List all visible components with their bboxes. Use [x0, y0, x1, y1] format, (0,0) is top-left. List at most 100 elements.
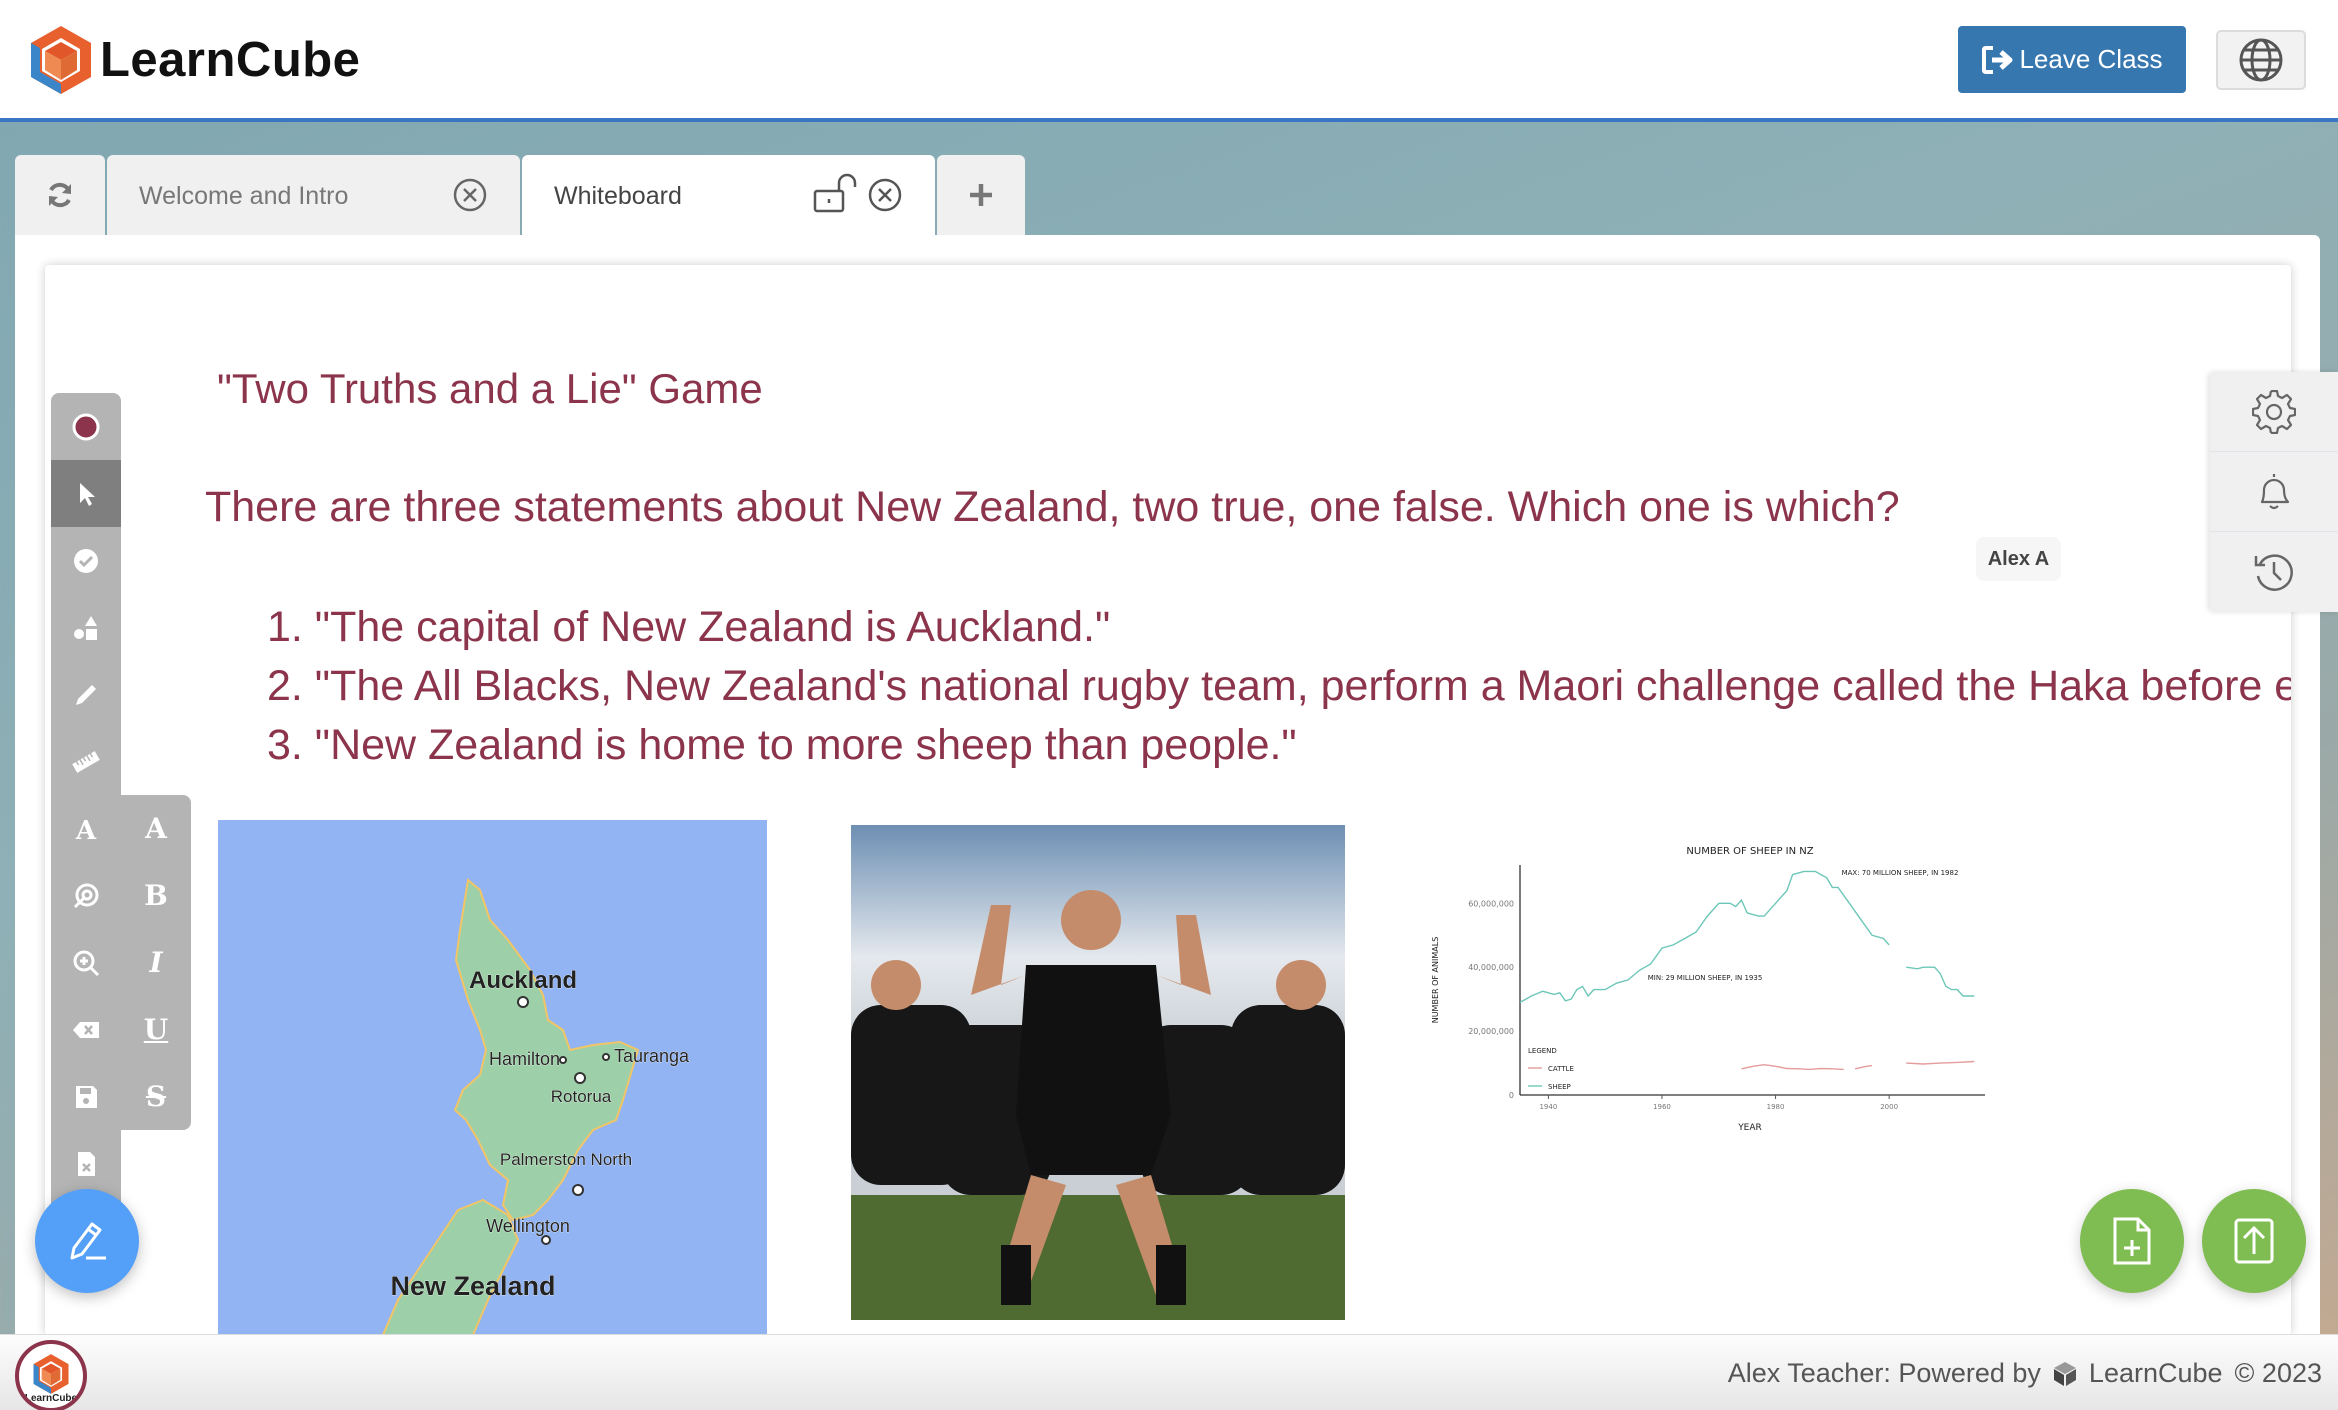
new-zealand-map-image[interactable]: Auckland Hamilton Tauranga Rotorua Palme…: [218, 820, 767, 1335]
upload-icon: [2234, 1218, 2274, 1264]
chart-title: NUMBER OF SHEEP IN NZ: [1686, 846, 1813, 857]
backspace-eraser-icon: [73, 1021, 99, 1038]
svg-text:A: A: [75, 816, 97, 844]
unlock-icon[interactable]: [812, 173, 858, 215]
chart-x-tick-label: 1960: [1653, 1103, 1671, 1111]
eraser-button[interactable]: [51, 996, 121, 1063]
whiteboard-title: "Two Truths and a Lie" Game: [217, 365, 763, 412]
chart-y-tick-label: 60,000,000: [1468, 899, 1514, 908]
whiteboard-question: There are three statements about New Zea…: [205, 483, 1900, 531]
app-name: LearnCube: [100, 33, 361, 87]
right-side-panel: [2210, 372, 2338, 612]
ruler-icon: [72, 750, 100, 773]
footer-credit-text: Alex Teacher: Powered by: [1727, 1358, 2041, 1388]
select-tool-button[interactable]: [51, 460, 121, 527]
chart-annotation-min: MIN: 29 MILLION SHEEP, IN 1935: [1648, 974, 1763, 982]
font-size-button[interactable]: A: [121, 795, 191, 862]
save-button[interactable]: [51, 1063, 121, 1130]
chart-y-label: NUMBER OF ANIMALS: [1431, 937, 1440, 1024]
zoom-in-button[interactable]: [51, 929, 121, 996]
check-tool-button[interactable]: [51, 527, 121, 594]
cube-logo-icon: [31, 26, 91, 94]
chart-x-label: YEAR: [1737, 1123, 1762, 1133]
italic-button[interactable]: I: [121, 929, 191, 996]
tab-welcome-and-intro[interactable]: Welcome and Intro: [107, 155, 520, 235]
settings-button[interactable]: [2210, 372, 2338, 452]
globe-icon: [2239, 38, 2283, 82]
chart-legend-label: SHEEP: [1548, 1083, 1571, 1091]
chart-y-tick-label: 20,000,000: [1468, 1027, 1514, 1036]
laser-pointer-icon: [73, 883, 99, 908]
top-header: LearnCube Leave Class: [0, 0, 2338, 122]
file-delete-icon: [78, 1151, 95, 1176]
learncube-logo[interactable]: LearnCube: [28, 24, 360, 96]
cube-logo-icon: [33, 1353, 69, 1394]
drawing-toolbar: A: [51, 393, 121, 1213]
ruler-tool-button[interactable]: [51, 728, 121, 795]
close-circle-icon[interactable]: [452, 177, 488, 213]
bell-icon: [2260, 473, 2290, 509]
color-swatch-icon: [72, 413, 100, 440]
tab-bar: Welcome and Intro Whiteboard: [15, 155, 1027, 235]
chart-series-cattle: [1741, 1063, 1844, 1071]
add-tab-button[interactable]: [937, 155, 1025, 235]
map-label-new-zealand: New Zealand: [390, 1271, 555, 1301]
upload-file-button[interactable]: [2202, 1189, 2306, 1293]
chart-annotation-max: MAX: 70 MILLION SHEEP, IN 1982: [1842, 869, 1959, 877]
pen-underline-icon: [70, 1222, 106, 1260]
tab-label: Whiteboard: [554, 182, 682, 210]
whiteboard-canvas[interactable]: "Two Truths and a Lie" Game There are th…: [45, 265, 2291, 1335]
history-button[interactable]: [2210, 532, 2338, 612]
map-label-tauranga: Tauranga: [614, 1046, 690, 1066]
haka-rugby-image[interactable]: [851, 825, 1345, 1320]
sheep-chart-image[interactable]: NUMBER OF SHEEP IN NZ YEAR NUMBER OF ANIMA…: [1420, 840, 1990, 1140]
footer-brand: LearnCube: [2088, 1358, 2223, 1388]
chart-y-tick-label: 40,000,000: [1468, 963, 1514, 972]
footer-copyright: © 2023: [2234, 1358, 2322, 1388]
laser-pointer-button[interactable]: [51, 862, 121, 929]
tab-label: Welcome and Intro: [139, 182, 349, 210]
text-format-panel: A B I U S: [121, 795, 191, 1130]
gear-icon: [2252, 389, 2296, 434]
refresh-icon: [49, 182, 71, 208]
draw-mode-button[interactable]: [35, 1189, 139, 1293]
chart-legend-label: CATTLE: [1548, 1065, 1574, 1073]
map-label-auckland: Auckland: [469, 967, 577, 994]
chart-series-sheep: [1519, 870, 1890, 1004]
footer-credit: Alex Teacher: Powered by LearnCube © 202…: [1728, 1358, 2322, 1389]
statement-item: 1. "The capital of New Zealand is Auckla…: [267, 603, 1111, 651]
color-picker-button[interactable]: [51, 393, 121, 460]
map-label-hamilton: Hamilton: [489, 1049, 560, 1069]
clear-file-button[interactable]: [51, 1130, 121, 1197]
chart-y-tick-label: 0: [1509, 1091, 1514, 1100]
cursor-arrow-icon: [80, 482, 95, 506]
underline-button[interactable]: U: [121, 996, 191, 1063]
new-page-button[interactable]: [2080, 1189, 2184, 1293]
statement-item: 2. "The All Blacks, New Zealand's nation…: [267, 662, 2291, 710]
bold-button[interactable]: B: [121, 862, 191, 929]
footer-logo-label: LearnCube: [24, 1392, 78, 1404]
chart-series-sheep: [1906, 966, 1975, 997]
chart-x-tick-label: 1980: [1767, 1103, 1785, 1111]
shapes-tool-button[interactable]: [51, 594, 121, 661]
shapes-icon: [74, 615, 97, 640]
leave-class-button[interactable]: Leave Class: [1958, 26, 2186, 93]
footer-logo[interactable]: LearnCube: [15, 1340, 87, 1410]
refresh-tab-button[interactable]: [15, 155, 105, 235]
statement-item: 3. "New Zealand is home to more sheep th…: [267, 721, 1297, 769]
text-tool-button[interactable]: A: [51, 795, 121, 862]
footer: LearnCube Alex Teacher: Powered by Learn…: [0, 1334, 2338, 1410]
leave-class-label: Leave Class: [2019, 44, 2163, 74]
map-label-wellington: Wellington: [486, 1216, 570, 1236]
chart-series-cattle: [1906, 1060, 1975, 1065]
notifications-button[interactable]: [2210, 452, 2338, 532]
history-icon: [2254, 554, 2293, 591]
pencil-tool-button[interactable]: [51, 661, 121, 728]
language-button[interactable]: [2216, 30, 2306, 90]
pencil-icon: [76, 684, 96, 705]
remote-cursor-label: Alex A: [1976, 537, 2061, 581]
zoom-in-icon: [73, 950, 100, 976]
tab-whiteboard[interactable]: Whiteboard: [522, 155, 935, 235]
close-circle-icon[interactable]: [867, 177, 903, 213]
strikethrough-button[interactable]: S: [121, 1063, 191, 1130]
